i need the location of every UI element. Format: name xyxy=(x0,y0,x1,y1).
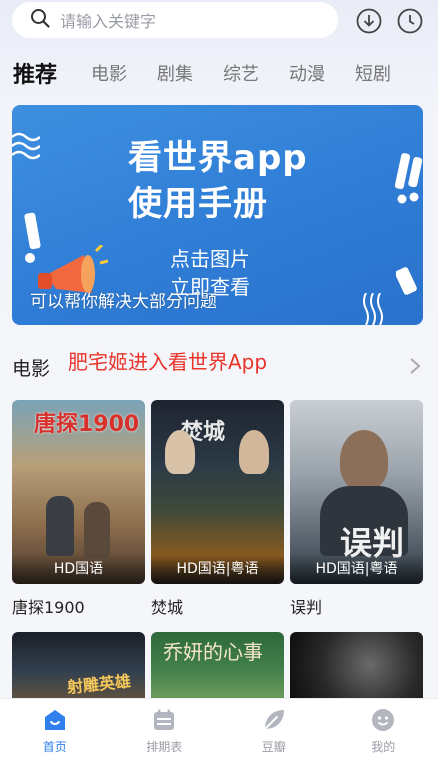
banner-title: 看世界app 使用手册 xyxy=(128,135,308,227)
tab-recommend[interactable]: 推荐 xyxy=(13,57,57,89)
promo-text: 肥宅姬进入看世界App xyxy=(68,350,268,374)
poster-figure xyxy=(239,430,269,474)
category-tabs: 推荐 电影 剧集 综艺 动漫 短剧 xyxy=(13,57,438,89)
exclamation-decoration xyxy=(394,153,423,204)
nav-home[interactable]: 首页 xyxy=(0,699,110,762)
movie-card[interactable]: 焚城 HD国语|粤语 焚城 xyxy=(151,400,284,618)
search-placeholder: 请输入关键字 xyxy=(60,12,157,31)
nav-label: 排期表 xyxy=(146,740,183,754)
nav-label: 首页 xyxy=(42,740,67,754)
movie-title: 焚城 xyxy=(151,598,184,617)
leaf-icon xyxy=(264,710,284,729)
tab-anime[interactable]: 动漫 xyxy=(289,60,325,86)
poster-title: 唐探1900 xyxy=(34,412,140,437)
poster-figure xyxy=(84,502,110,558)
user-face-icon xyxy=(372,709,395,731)
wave-decoration xyxy=(363,293,383,325)
poster-figure xyxy=(165,430,195,474)
nav-schedule[interactable]: 排期表 xyxy=(110,699,220,762)
tab-short-drama[interactable]: 短剧 xyxy=(355,60,391,86)
movie-poster: 焚城 HD国语|粤语 xyxy=(151,400,284,584)
movie-card[interactable]: 唐探1900 HD国语 唐探1900 xyxy=(12,400,145,618)
movie-poster: 唐探1900 HD国语 xyxy=(12,400,145,584)
calendar-icon xyxy=(154,709,175,730)
exclamation-decoration xyxy=(396,267,417,295)
search-input[interactable]: 请输入关键字 xyxy=(12,2,338,38)
nav-mine[interactable]: 我的 xyxy=(329,699,438,762)
movie-card[interactable]: 误判 HD国语|粤语 误判 xyxy=(290,400,423,618)
nav-label: 豆瓣 xyxy=(261,740,286,754)
search-icon xyxy=(30,8,50,32)
download-icon[interactable] xyxy=(356,8,382,34)
chevron-right-icon[interactable] xyxy=(408,356,422,376)
banner-caption: 可以帮你解决大部分问题 xyxy=(30,292,217,312)
bottom-navigation: 首页 排期表 豆瓣 我的 xyxy=(0,698,438,762)
banner-title-line: 使用手册 xyxy=(128,184,268,224)
movie-section-header[interactable]: 电影 肥宅姬进入看世界App xyxy=(12,340,426,380)
wave-decoration xyxy=(12,132,40,160)
movie-poster: 误判 HD国语|粤语 xyxy=(290,400,423,584)
poster-figure xyxy=(46,496,74,556)
section-title: 电影 xyxy=(12,358,51,380)
quality-badge: HD国语 xyxy=(12,554,145,584)
movie-poster[interactable]: 射雕英雄传 xyxy=(12,632,145,698)
history-clock-icon[interactable] xyxy=(397,8,423,34)
tab-variety[interactable]: 综艺 xyxy=(223,60,259,86)
tab-movies[interactable]: 电影 xyxy=(91,60,127,86)
banner-carousel[interactable]: 看世界app 使用手册 点击图片 立即查看 可以帮你解决大部分问题 xyxy=(12,105,423,325)
movie-list-row2: 射雕英雄传 乔妍的心事 xyxy=(12,632,426,698)
tab-series[interactable]: 剧集 xyxy=(157,60,193,86)
nav-label: 我的 xyxy=(371,740,396,754)
search-row: 请输入关键字 xyxy=(12,2,426,38)
nav-douban[interactable]: 豆瓣 xyxy=(219,699,329,762)
movie-poster[interactable]: 乔妍的心事 xyxy=(151,632,284,698)
movie-title: 唐探1900 xyxy=(12,598,85,617)
quality-badge: HD国语|粤语 xyxy=(151,554,284,584)
poster-title: 射雕英雄传 xyxy=(66,671,132,698)
quality-badge: HD国语|粤语 xyxy=(290,554,423,584)
poster-figure xyxy=(340,430,388,490)
movie-poster[interactable] xyxy=(290,632,423,698)
banner-sub-line: 点击图片 xyxy=(170,247,250,271)
movie-title: 误判 xyxy=(290,598,323,617)
home-icon xyxy=(44,710,65,730)
poster-title: 乔妍的心事 xyxy=(163,640,263,664)
banner-title-line: 看世界app xyxy=(128,138,308,178)
